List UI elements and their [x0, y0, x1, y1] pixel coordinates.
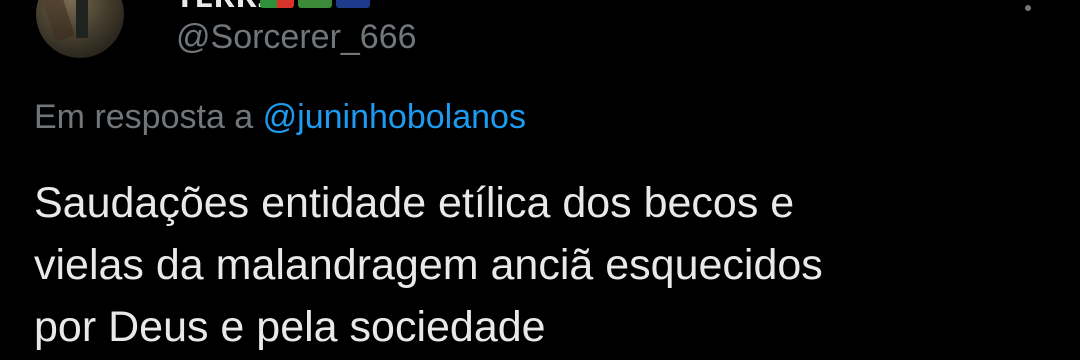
flag-icon: [260, 0, 294, 8]
tweet-line: vielas da malandragem anciã esquecidos: [34, 241, 823, 289]
tweet-line: Saudações entidade etílica dos becos e: [34, 179, 795, 227]
more-vertical-icon[interactable]: [1016, 0, 1040, 24]
reply-prefix: Em resposta a: [34, 98, 254, 136]
flag-icon: [298, 0, 332, 8]
username[interactable]: @Sorcerer_666: [176, 18, 417, 57]
dot: [1025, 5, 1031, 11]
reply-mention-link[interactable]: @juninhobolanos: [263, 98, 526, 136]
display-name[interactable]: ᴛᴇʀʀɪ: [176, 0, 273, 16]
reply-context: Em resposta a @juninhobolanos: [34, 98, 526, 137]
avatar-tree-shape: [37, 0, 75, 42]
avatar[interactable]: [36, 0, 124, 58]
tweet-text: Saudações entidade etílica dos becos e v…: [34, 172, 1044, 358]
flag-icon: [336, 0, 370, 8]
tweet-line: por Deus e pela sociedade: [34, 303, 546, 351]
avatar-figure-shape: [76, 0, 88, 38]
flag-emojis: [260, 0, 370, 8]
